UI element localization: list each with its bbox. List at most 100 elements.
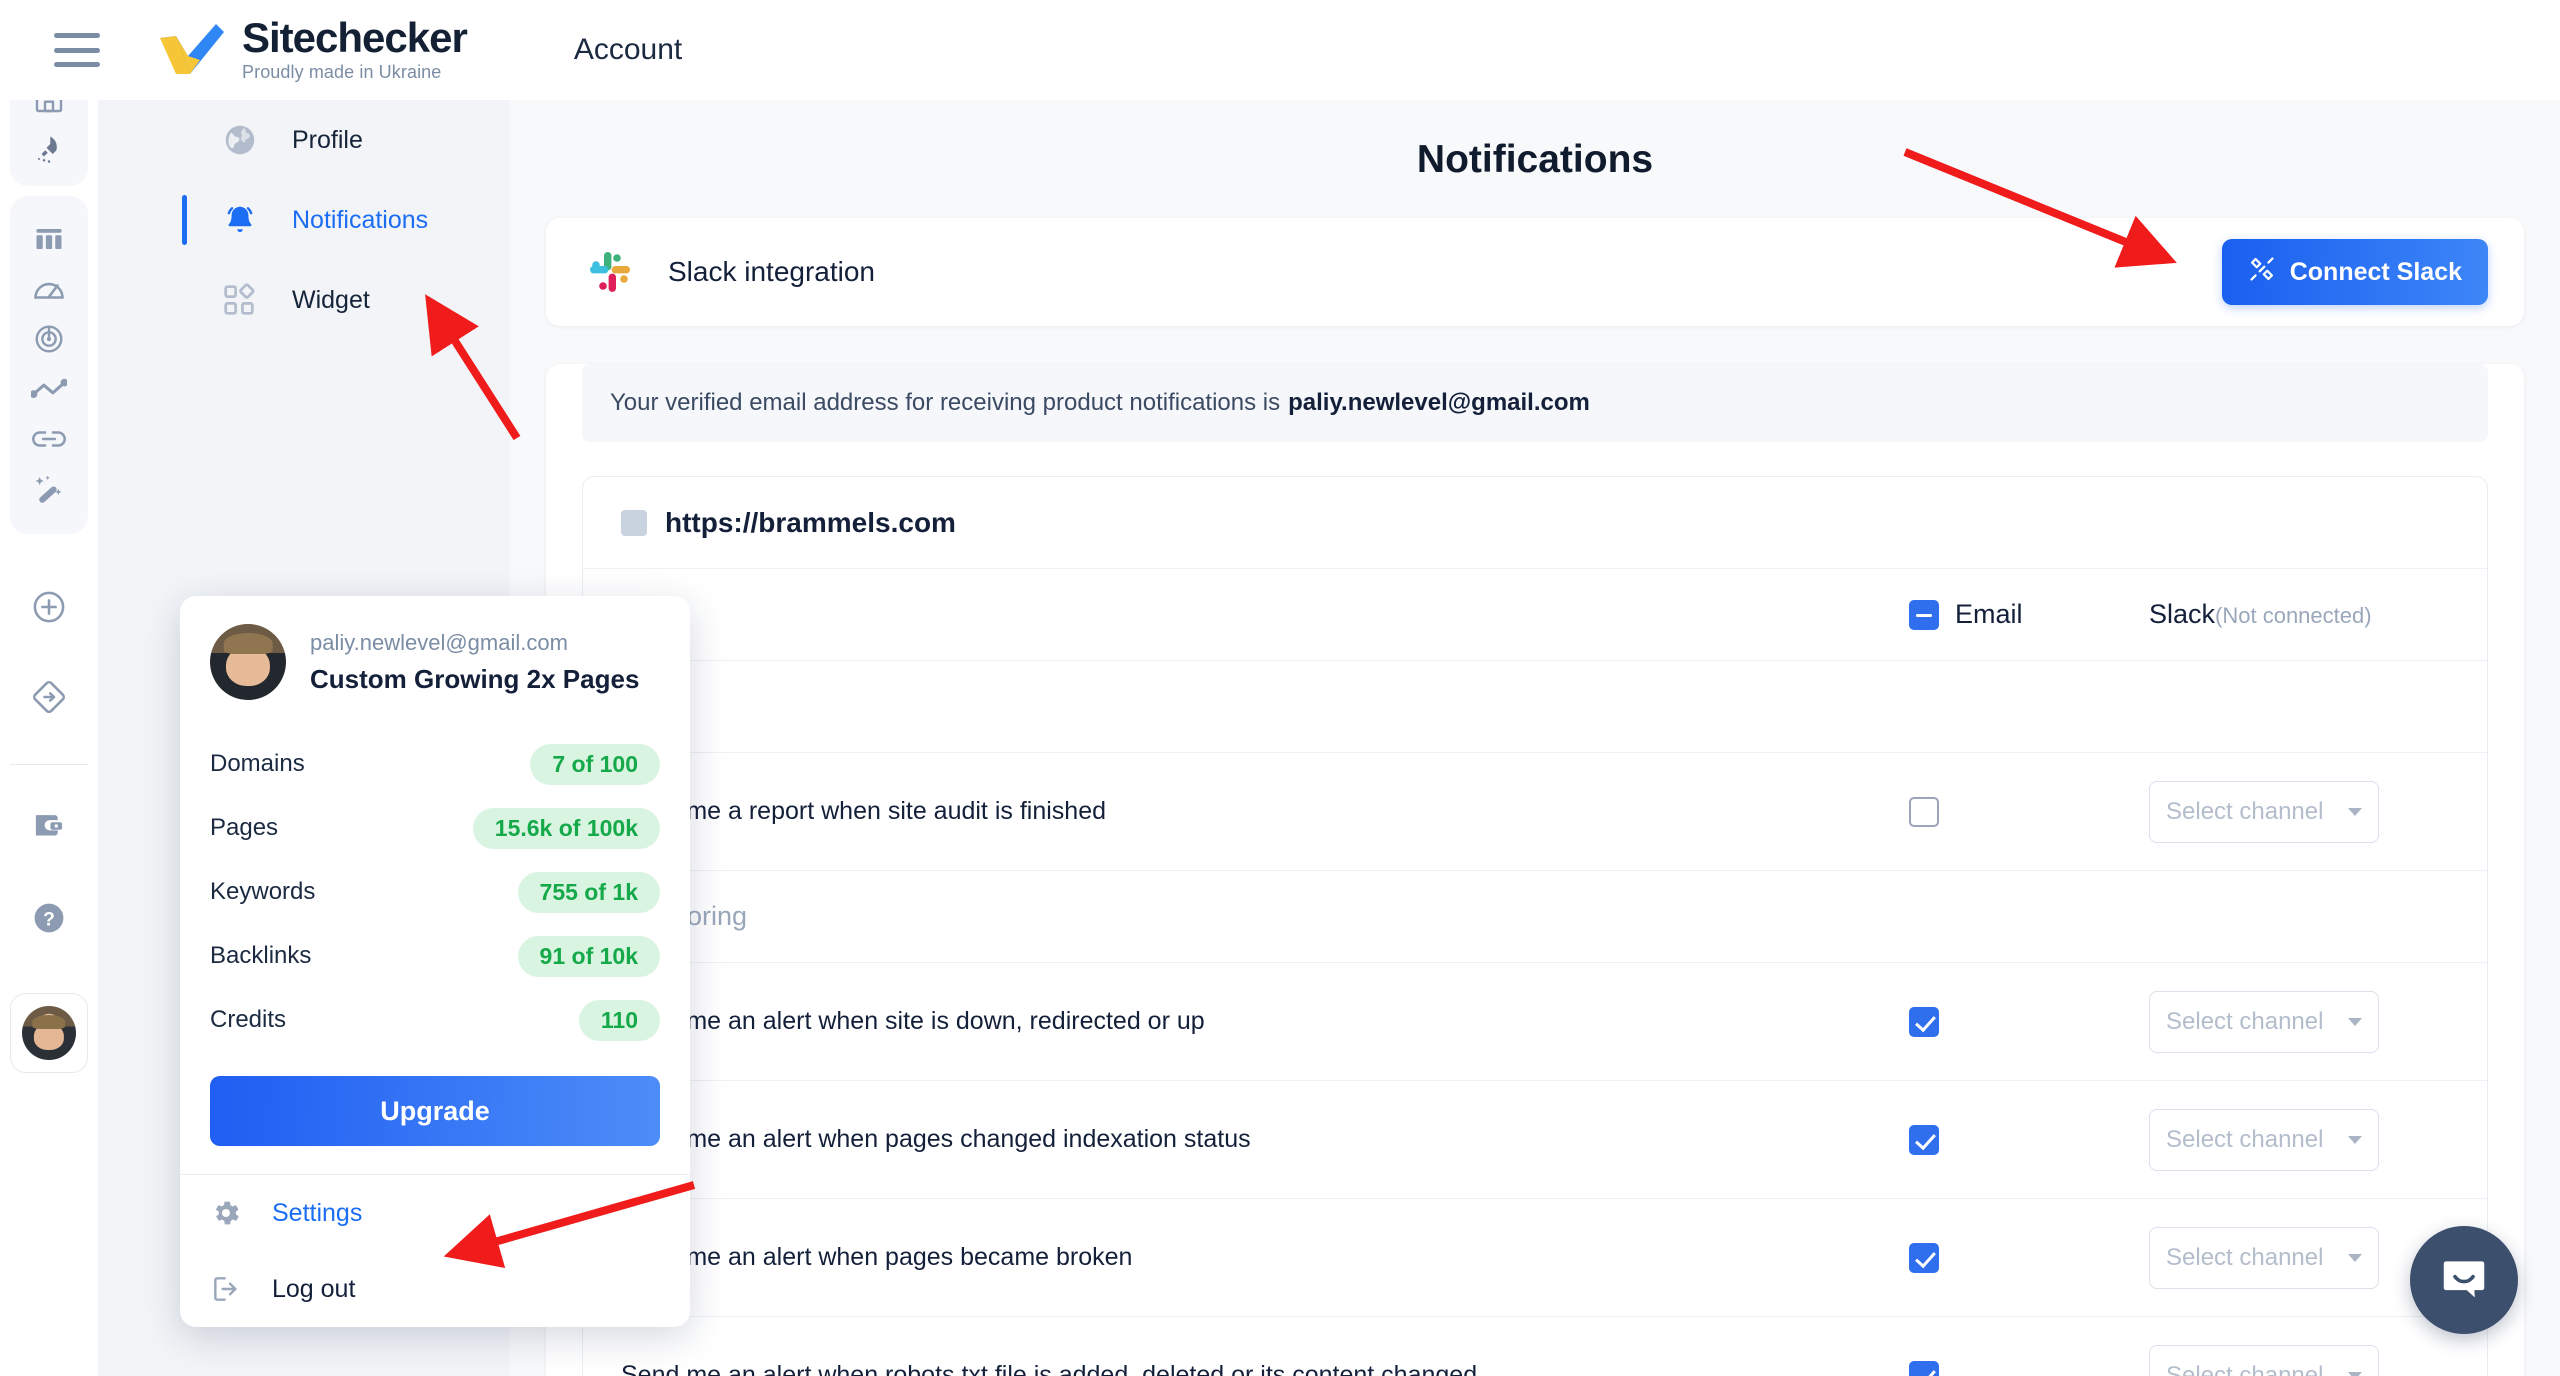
widget-grid-icon (222, 283, 262, 317)
table-row: Send me an alert when pages changed inde… (583, 1081, 2487, 1199)
sitechecker-check-icon (156, 22, 228, 78)
page-label: Account (573, 33, 683, 66)
notification-label: Send me an alert when site is down, redi… (621, 1007, 1205, 1035)
hamburger-menu-icon[interactable] (54, 33, 100, 67)
column-header-email: Email (1909, 599, 2149, 630)
sidebar-item-label: Profile (292, 125, 363, 154)
usage-label: Domains (210, 750, 305, 777)
page-title: Notifications (1416, 138, 1654, 181)
slack-channel-select[interactable]: Select channel (2149, 990, 2379, 1053)
email-cell (1909, 1006, 2149, 1037)
slack-cell: Select channel (2149, 990, 2449, 1053)
wallet-icon[interactable] (10, 791, 88, 861)
magic-wand-icon[interactable] (10, 464, 88, 514)
slack-connection-status: (Not connected) (2215, 603, 2372, 628)
usage-row: Credits 110 (210, 988, 660, 1052)
email-cell (1909, 1124, 2149, 1155)
usage-label: Backlinks (210, 942, 312, 969)
email-checkbox[interactable] (1909, 1006, 1939, 1037)
table-row: Send me an alert when pages became broke… (583, 1199, 2487, 1317)
slack-channel-select[interactable]: Select channel (2149, 1226, 2379, 1289)
chevron-down-icon (2348, 1253, 2362, 1262)
group-header-monitoring: Monitoring (583, 871, 2487, 963)
group-header-audit: Audit (583, 661, 2487, 753)
slack-cell: Select channel (2149, 1108, 2449, 1171)
notifications-card: Your verified email address for receivin… (546, 364, 2524, 1376)
speedometer-icon[interactable] (10, 264, 88, 314)
email-checkbox[interactable] (1909, 1124, 1939, 1155)
sidebar-item-notifications[interactable]: Notifications (98, 180, 510, 260)
slack-channel-value: Select channel (2166, 1243, 2324, 1271)
gear-icon (210, 1197, 246, 1229)
diamond-arrow-icon[interactable] (10, 662, 88, 732)
slack-cell: Select channel (2149, 1344, 2449, 1376)
usage-row: Backlinks 91 of 10k (210, 924, 660, 988)
plus-circle-icon[interactable] (10, 572, 88, 642)
verified-email-banner: Your verified email address for receivin… (582, 364, 2488, 442)
notification-label: Send me an alert when robots.txt file is… (621, 1361, 1478, 1376)
popup-identity: paliy.newlevel@gmail.com Custom Growing … (310, 630, 639, 695)
usage-label: Pages (210, 814, 279, 841)
rail-group-tools (10, 196, 88, 534)
chevron-down-icon (2348, 1017, 2362, 1026)
rail-group-actions (10, 560, 88, 744)
logout-icon (210, 1273, 246, 1305)
usage-badge: 110 (578, 999, 660, 1041)
user-avatar-button[interactable] (10, 993, 88, 1073)
logo-subtitle: Proudly made in Ukraine (242, 62, 442, 82)
top-bar: Sitechecker Proudly made in Ukraine Acco… (0, 0, 2560, 100)
email-checkbox[interactable] (1909, 1242, 1939, 1273)
email-select-all-checkbox[interactable] (1909, 599, 1939, 630)
rail-group-footer: ? (10, 779, 88, 965)
slack-channel-value: Select channel (2166, 1125, 2324, 1153)
usage-badge: 755 of 1k (517, 871, 660, 913)
chevron-down-icon (2348, 807, 2362, 816)
connect-slack-label: Connect Slack (2289, 257, 2462, 286)
popup-header: paliy.newlevel@gmail.com Custom Growing … (180, 596, 690, 714)
email-checkbox[interactable] (1909, 1360, 1939, 1376)
sidebar-item-profile[interactable]: Profile (98, 100, 510, 180)
usage-list: Domains 7 of 100 Pages 15.6k of 100k Key… (180, 714, 690, 1058)
notification-label: Send me an alert when pages changed inde… (621, 1125, 1251, 1153)
plug-connect-icon (2248, 255, 2276, 290)
slack-channel-value: Select channel (2166, 797, 2324, 825)
popup-plan-name: Custom Growing 2x Pages (310, 663, 640, 694)
slack-cell: Select channel (2149, 780, 2449, 843)
email-cell (1909, 1242, 2149, 1273)
trend-line-icon[interactable] (10, 364, 88, 414)
site-notifications-section: https://brammels.com Email Slack (Not co… (582, 476, 2488, 1376)
usage-row: Domains 7 of 100 (210, 732, 660, 796)
chevron-down-icon (2348, 1135, 2362, 1144)
sidebar-item-widget[interactable]: Widget (98, 260, 510, 340)
email-cell (1909, 1360, 2149, 1376)
slack-cell: Select channel (2149, 1226, 2449, 1289)
main-content: Notifications Slack integration Connect … (510, 100, 2560, 1376)
popup-logout-link[interactable]: Log out (180, 1251, 690, 1327)
intercom-chat-button[interactable] (2410, 1226, 2518, 1334)
popup-email: paliy.newlevel@gmail.com (310, 629, 568, 655)
avatar (22, 1006, 76, 1060)
table-row: Send me an alert when robots.txt file is… (583, 1317, 2487, 1376)
email-checkbox[interactable] (1909, 796, 1939, 827)
slack-channel-value: Select channel (2166, 1007, 2324, 1035)
globe-icon (222, 122, 262, 158)
popup-settings-link[interactable]: Settings (180, 1175, 690, 1251)
upgrade-button[interactable]: Upgrade (210, 1076, 660, 1146)
user-account-popup: paliy.newlevel@gmail.com Custom Growing … (180, 596, 690, 1327)
radar-icon[interactable] (10, 314, 88, 364)
slack-channel-select[interactable]: Select channel (2149, 1108, 2379, 1171)
slack-channel-select[interactable]: Select channel (2149, 1344, 2379, 1376)
app-logo[interactable]: Sitechecker Proudly made in Ukraine (156, 17, 468, 83)
chat-bubble-icon (2437, 1251, 2491, 1310)
connect-slack-button[interactable]: Connect Slack (2221, 239, 2488, 305)
burger-line (54, 47, 100, 53)
chevron-down-icon (2348, 1371, 2362, 1376)
slack-logo-icon (586, 248, 634, 296)
usage-row: Keywords 755 of 1k (210, 860, 660, 924)
question-circle-icon[interactable]: ? (10, 883, 88, 953)
dashboard-columns-icon[interactable] (10, 214, 88, 264)
logo-text: Sitechecker Proudly made in Ukraine (242, 17, 468, 83)
slack-channel-select[interactable]: Select channel (2149, 780, 2379, 843)
link-icon[interactable] (10, 414, 88, 464)
rocket-icon[interactable] (10, 124, 88, 174)
